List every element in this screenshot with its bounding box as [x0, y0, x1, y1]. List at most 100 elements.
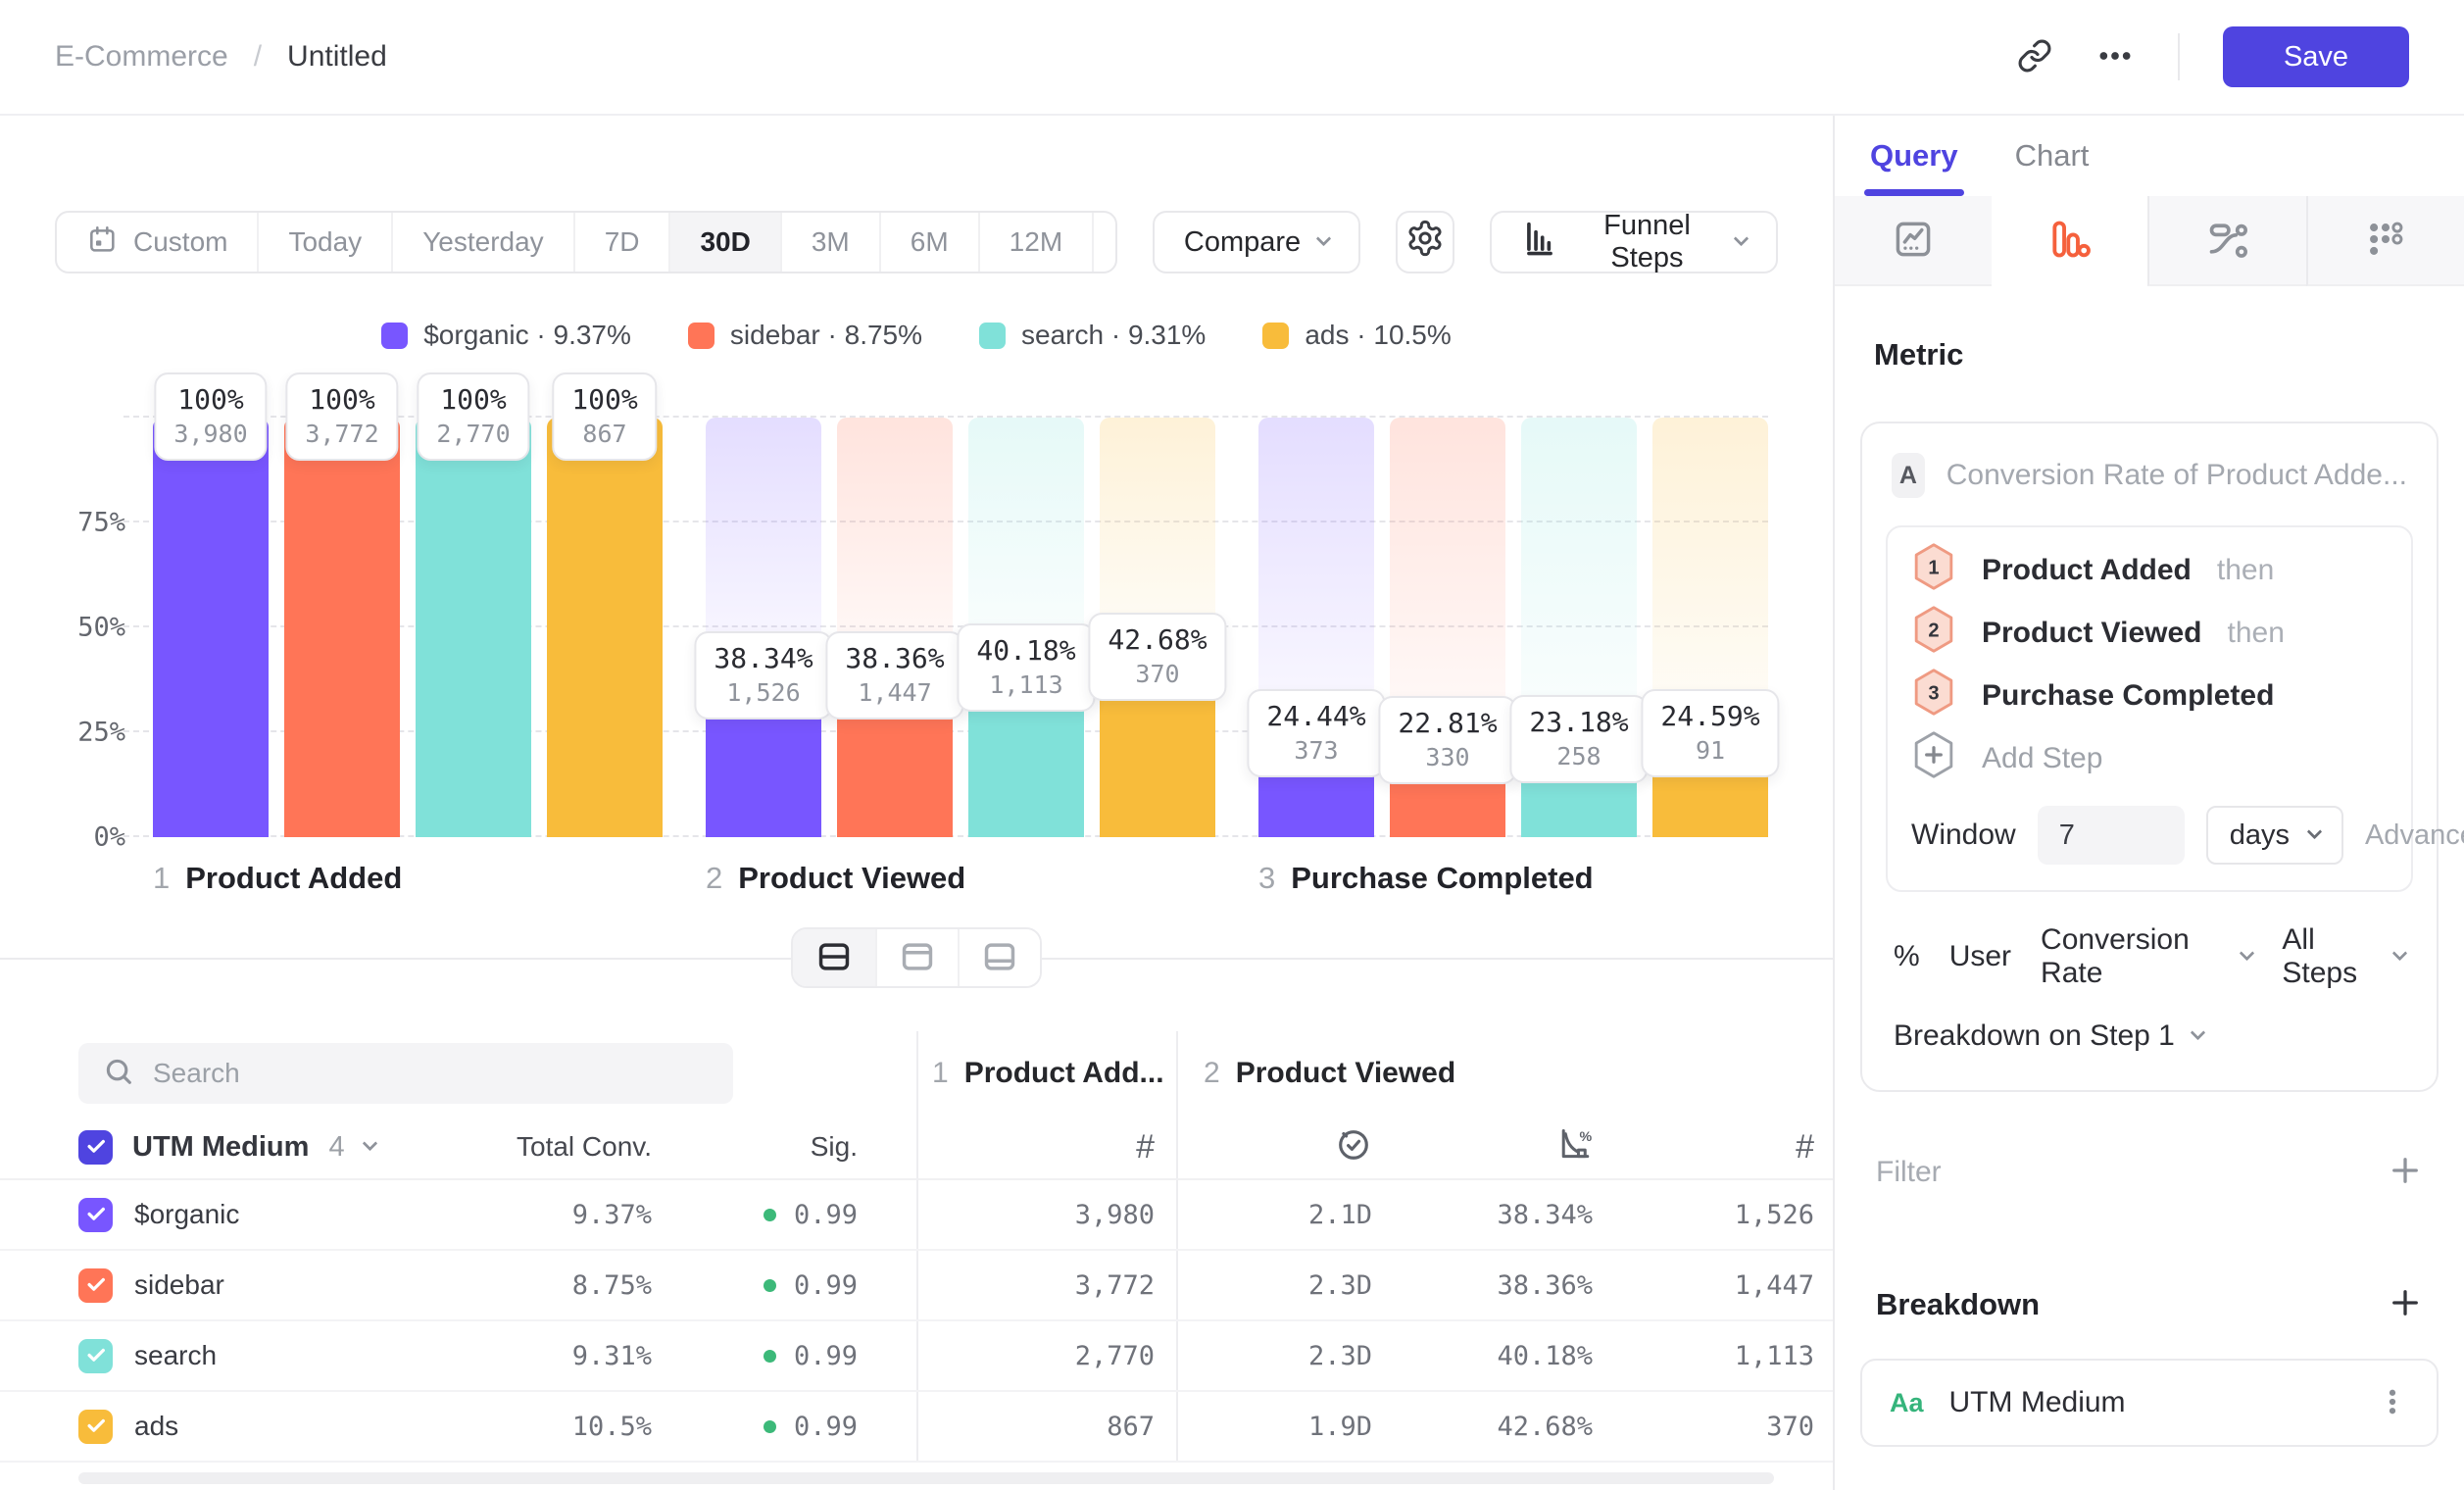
range-label: 30D	[700, 226, 750, 258]
total-conv-value: 9.31%	[515, 1321, 652, 1390]
metric-title[interactable]: Conversion Rate of Product Adde...	[1947, 459, 2407, 492]
table-row[interactable]: sidebar8.75%0.993,7722.3D38.36%1,447	[0, 1251, 1833, 1321]
sig-column-header[interactable]: Sig.	[652, 1116, 916, 1178]
add-filter-button[interactable]	[2388, 1153, 2423, 1191]
legend-item[interactable]: search · 9.31%	[979, 320, 1206, 351]
legend-item[interactable]: ads · 10.5%	[1262, 320, 1451, 351]
search-input[interactable]	[153, 1058, 710, 1089]
query-step-row[interactable]: 1Product Addedthen	[1911, 539, 2388, 602]
panel-tabs: Query Chart	[1835, 116, 2464, 196]
add-breakdown-button[interactable]	[2388, 1285, 2423, 1323]
chart-view-selector[interactable]: Funnel Steps	[1490, 211, 1778, 273]
query-step-row[interactable]: 3Purchase Completed	[1911, 665, 2388, 727]
table-step2-group-header[interactable]: 2 Product Viewed	[1176, 1031, 1818, 1116]
bar-slot: 38.34%1,526	[706, 418, 821, 837]
split-view-icon	[815, 938, 853, 978]
funnel-bar[interactable]	[416, 418, 531, 837]
horizontal-scrollbar[interactable]	[78, 1472, 1774, 1484]
window-unit-select[interactable]: days	[2206, 806, 2343, 865]
tab-query[interactable]: Query	[1870, 116, 1958, 196]
breadcrumb: E-Commerce / Untitled	[55, 40, 387, 74]
layout-split-button[interactable]	[793, 929, 875, 986]
date-range-control: CustomTodayYesterday 7D 30D 3M6M 12M XTD	[55, 211, 1117, 273]
compare-button[interactable]: Compare	[1153, 211, 1360, 273]
range-custom[interactable]: Custom	[57, 213, 259, 272]
advanced-toggle[interactable]: Advanced	[2365, 820, 2464, 852]
add-step-button[interactable]: Add Step	[1911, 727, 2388, 790]
legend-item[interactable]: $organic · 9.37%	[381, 320, 631, 351]
funnel-step-group: 100%3,980100%3,772100%2,770100%867	[153, 418, 663, 837]
chart-settings-button[interactable]	[1396, 211, 1454, 273]
row-checkbox[interactable]	[78, 1198, 113, 1232]
tab-retention[interactable]	[2306, 196, 2464, 286]
tab-flows[interactable]	[2147, 196, 2306, 286]
tab-funnels[interactable]	[1992, 196, 2148, 286]
hash-icon: #	[1136, 1128, 1155, 1167]
range-3m[interactable]: 3M	[782, 213, 881, 272]
steps-scope-select[interactable]: All Steps	[2282, 923, 2405, 990]
dimension-column-header[interactable]: UTM Medium	[132, 1131, 309, 1164]
funnel-bar[interactable]	[547, 418, 663, 837]
range-xtd[interactable]: XTD	[1094, 213, 1117, 272]
counting-method-select[interactable]: User	[1949, 940, 2011, 973]
layout-table-only-button[interactable]	[958, 929, 1040, 986]
table-row[interactable]: ads10.5%0.998671.9D42.68%370	[0, 1392, 1833, 1463]
select-all-checkbox[interactable]	[78, 1130, 113, 1165]
breakdown-property-card[interactable]: Aa UTM Medium	[1860, 1359, 2439, 1447]
query-step-row[interactable]: 2Product Viewedthen	[1911, 602, 2388, 665]
breakdown-options-button[interactable]	[2376, 1385, 2409, 1421]
metric-type-select[interactable]: Conversion Rate	[2041, 923, 2252, 990]
percent-toggle[interactable]: %	[1894, 940, 1920, 973]
filter-section: Filter	[1860, 1153, 2439, 1191]
tab-chart[interactable]: Chart	[2015, 116, 2090, 196]
table-row[interactable]: search9.31%0.992,7702.3D40.18%1,113	[0, 1321, 1833, 1392]
funnel-bar[interactable]	[153, 418, 269, 837]
range-today[interactable]: Today	[259, 213, 393, 272]
topbar-divider	[2178, 33, 2180, 80]
table-search[interactable]	[78, 1043, 733, 1104]
funnel-bar[interactable]	[284, 418, 400, 837]
row-name-cell: ads	[78, 1392, 515, 1461]
range-label: 12M	[1010, 226, 1062, 258]
step-name: Product Viewed	[738, 861, 965, 896]
funnel-chart-icon	[2047, 218, 2091, 264]
legend-item[interactable]: sidebar · 8.75%	[688, 320, 922, 351]
y-tick-label: 25%	[77, 718, 125, 748]
layout-chart-only-button[interactable]	[875, 929, 958, 986]
chevron-down-icon[interactable]	[362, 1135, 377, 1151]
range-7d[interactable]: 7D	[575, 213, 671, 272]
breadcrumb-project[interactable]: E-Commerce	[55, 40, 228, 74]
step1-count-column-header[interactable]: #	[916, 1116, 1176, 1178]
window-value-input[interactable]	[2038, 806, 2185, 865]
table-group-header-row: 1 Product Add... 2 Product Viewed	[0, 1031, 1833, 1116]
breakdown-property-name: UTM Medium	[1949, 1386, 2126, 1419]
row-checkbox[interactable]	[78, 1339, 113, 1373]
copy-link-button[interactable]	[2017, 38, 2052, 76]
row-checkbox[interactable]	[78, 1268, 113, 1303]
legend-label: ads · 10.5%	[1305, 320, 1451, 351]
step2-count-column-header[interactable]: #	[1593, 1116, 1818, 1178]
table-row[interactable]: $organic9.37%0.993,9802.1D38.34%1,526	[0, 1180, 1833, 1251]
range-yesterday[interactable]: Yesterday	[393, 213, 575, 272]
more-options-button[interactable]	[2095, 36, 2135, 78]
row-checkbox[interactable]	[78, 1410, 113, 1444]
total-conv-column-header[interactable]: Total Conv.	[515, 1116, 652, 1178]
range-12m[interactable]: 12M	[980, 213, 1094, 272]
save-button[interactable]: Save	[2223, 26, 2409, 87]
total-conv-value: 8.75%	[515, 1251, 652, 1319]
range-30d[interactable]: 30D	[670, 213, 781, 272]
tab-insights[interactable]	[1835, 196, 1992, 286]
step1-count-value: 3,772	[916, 1251, 1176, 1319]
range-6m[interactable]: 6M	[881, 213, 980, 272]
breakdown-on-select[interactable]: Breakdown on Step 1	[1894, 1019, 2405, 1053]
range-label: 7D	[605, 226, 640, 258]
window-label: Window	[1911, 819, 2016, 852]
breadcrumb-report-name[interactable]: Untitled	[287, 40, 387, 74]
bar-value-label: 24.44%373	[1247, 689, 1385, 777]
step2-rate-column-header[interactable]: %	[1372, 1116, 1593, 1178]
step-number: 2	[706, 861, 722, 896]
steps-scope-label: All Steps	[2282, 923, 2379, 990]
step2-time-column-header[interactable]	[1176, 1116, 1372, 1178]
measure-row: % User Conversion Rate All Steps	[1894, 923, 2405, 990]
table-step1-group-header[interactable]: 1 Product Add...	[916, 1031, 1176, 1116]
